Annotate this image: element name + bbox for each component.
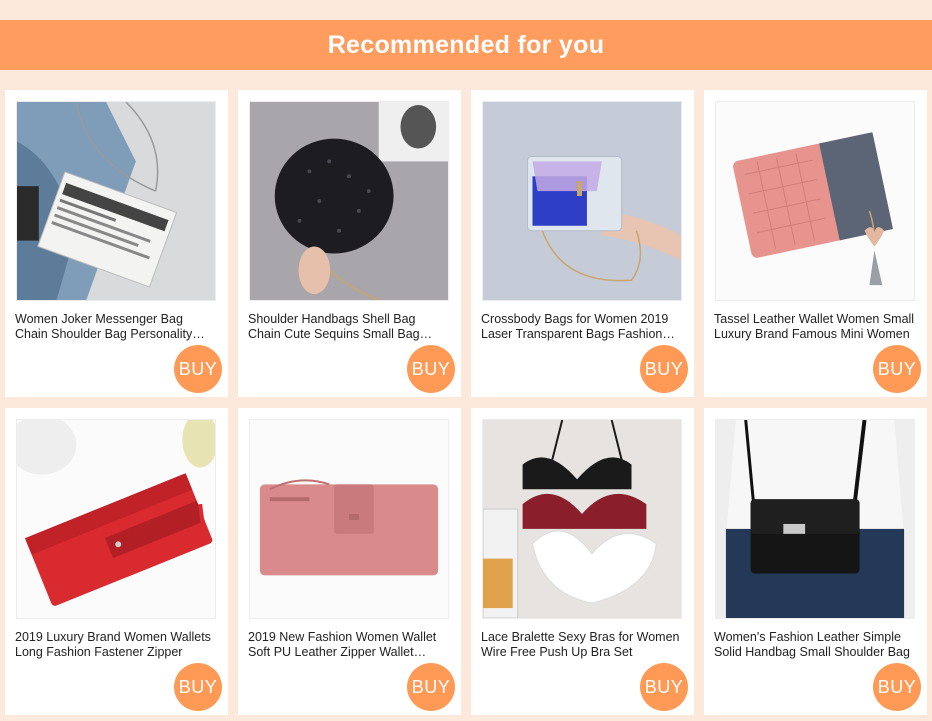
buy-button[interactable]: BUY [174,345,222,393]
buy-button[interactable]: BUY [640,663,688,711]
product-title[interactable]: Shoulder Handbags Shell Bag Chain Cute S… [248,312,450,342]
transparent-laser-crossbody-bag-image[interactable] [482,101,682,301]
red-long-wallet-image[interactable] [16,419,216,619]
product-title[interactable]: Lace Bralette Sexy Bras for Women Wire F… [481,630,683,660]
buy-button[interactable]: BUY [407,345,455,393]
black-leather-shoulder-bag-image[interactable] [715,419,915,619]
newspaper-chain-bag-image[interactable] [16,101,216,301]
black-sequin-shell-bag-image[interactable] [249,101,449,301]
product-title[interactable]: Tassel Leather Wallet Women Small Luxury… [714,312,916,342]
pink-zipper-wallet-image[interactable] [249,419,449,619]
product-card[interactable]: Women Joker Messenger Bag Chain Shoulder… [5,90,228,397]
product-title[interactable]: Women Joker Messenger Bag Chain Shoulder… [15,312,217,342]
product-grid: Women Joker Messenger Bag Chain Shoulder… [0,0,932,721]
product-title[interactable]: Crossbody Bags for Women 2019 Laser Tran… [481,312,683,342]
buy-button[interactable]: BUY [873,663,921,711]
product-card[interactable]: Women's Fashion Leather Simple Solid Han… [704,408,927,715]
product-card[interactable]: 2019 New Fashion Women Wallet Soft PU Le… [238,408,461,715]
product-card[interactable]: Shoulder Handbags Shell Bag Chain Cute S… [238,90,461,397]
product-card[interactable]: Lace Bralette Sexy Bras for Women Wire F… [471,408,694,715]
product-title[interactable]: 2019 New Fashion Women Wallet Soft PU Le… [248,630,450,660]
pink-tassel-wallet-image[interactable] [715,101,915,301]
product-title[interactable]: 2019 Luxury Brand Women Wallets Long Fas… [15,630,217,660]
buy-button[interactable]: BUY [873,345,921,393]
product-card[interactable]: Crossbody Bags for Women 2019 Laser Tran… [471,90,694,397]
buy-button[interactable]: BUY [174,663,222,711]
product-card[interactable]: Tassel Leather Wallet Women Small Luxury… [704,90,927,397]
lace-bralette-image[interactable] [482,419,682,619]
buy-button[interactable]: BUY [640,345,688,393]
product-title[interactable]: Women's Fashion Leather Simple Solid Han… [714,630,916,660]
buy-button[interactable]: BUY [407,663,455,711]
product-card[interactable]: 2019 Luxury Brand Women Wallets Long Fas… [5,408,228,715]
